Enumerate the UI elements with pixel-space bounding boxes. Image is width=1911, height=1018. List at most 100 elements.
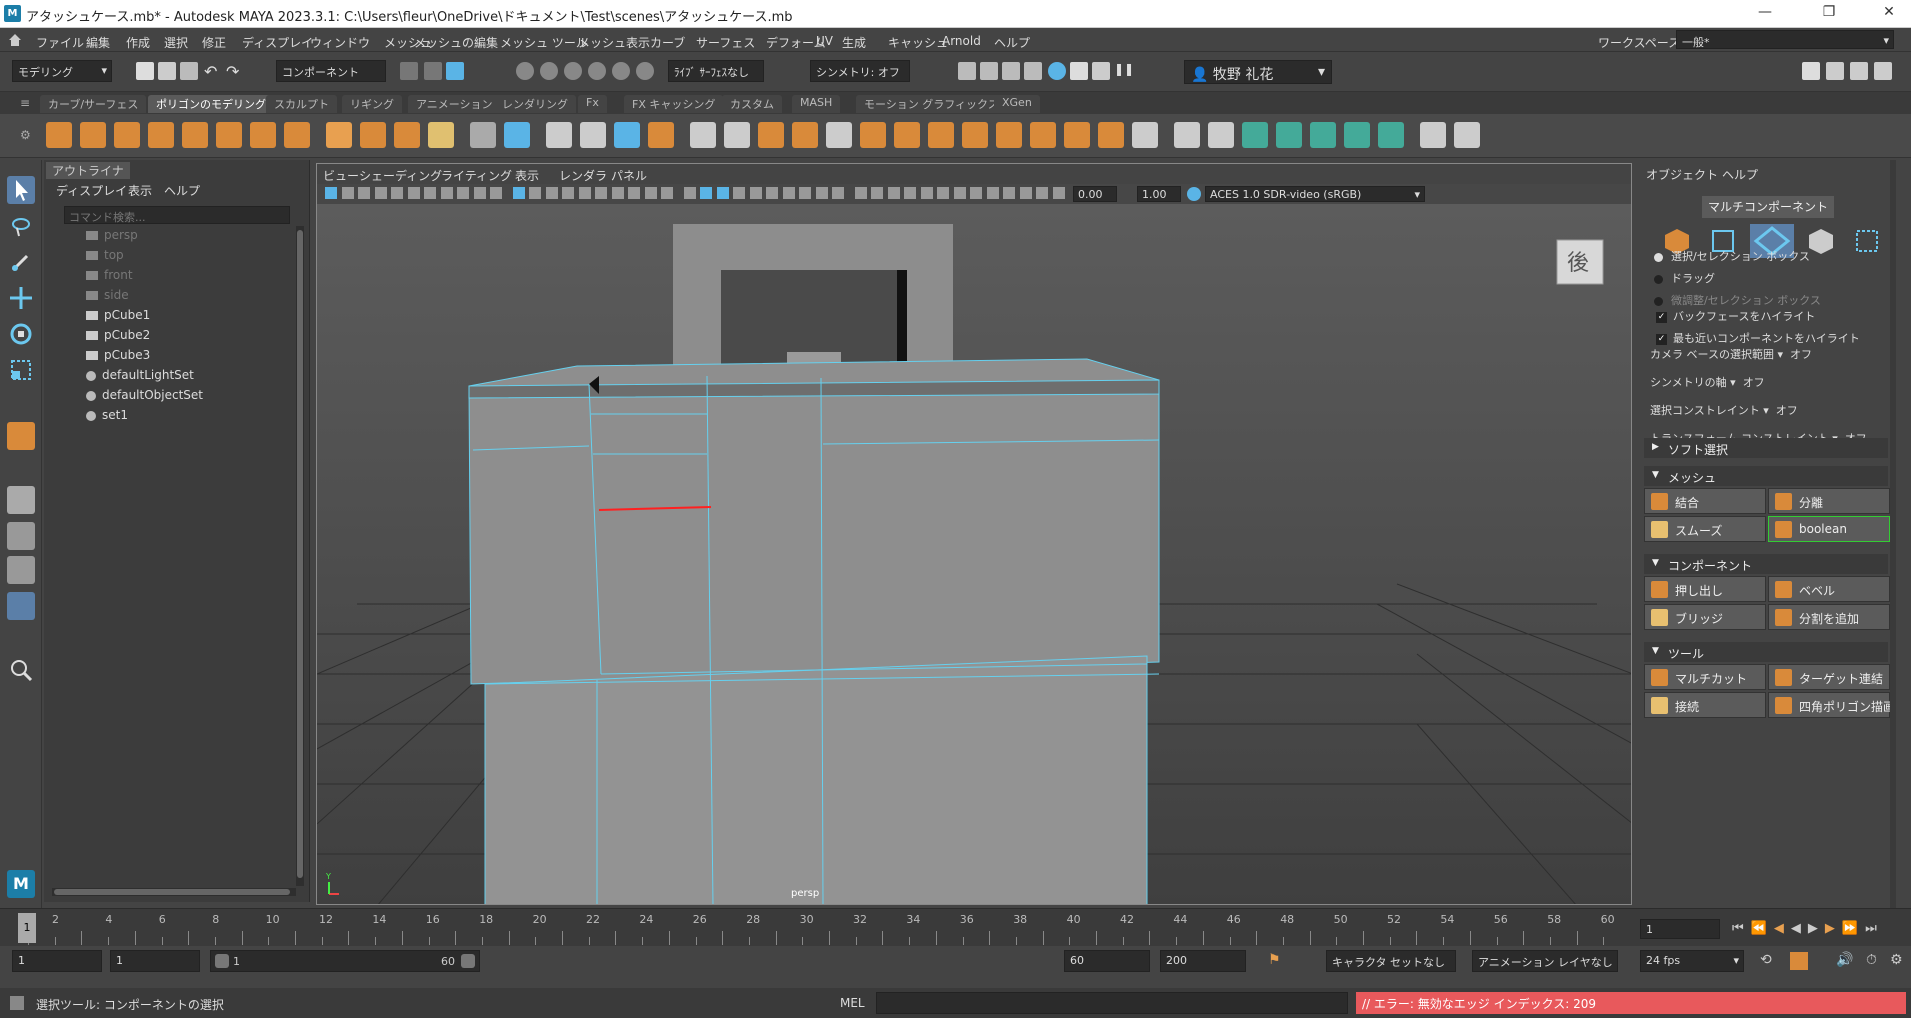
shelf-tool-icon-28[interactable]	[1030, 122, 1056, 148]
outliner-item-defaultLightSet[interactable]: defaultLightSet	[86, 368, 194, 386]
menu-10[interactable]: メッシュ表示	[578, 34, 650, 51]
outliner-item-defaultObjectSet[interactable]: defaultObjectSet	[86, 388, 203, 406]
viewport-toolbar-icon-22[interactable]	[700, 187, 712, 199]
handle-mesh[interactable]	[673, 224, 953, 376]
fps-dropdown[interactable]: 24 fps ▾	[1640, 950, 1744, 972]
shelf-tool-icon-16[interactable]	[614, 122, 640, 148]
menu-3[interactable]: 選択	[164, 34, 188, 51]
select-object-icon[interactable]	[424, 62, 442, 80]
shelf-tool-icon-3[interactable]	[148, 122, 174, 148]
viewport-toolbar-icon-8[interactable]	[457, 187, 469, 199]
menu-9[interactable]: メッシュ ツール	[500, 34, 588, 51]
animation-prefs-icon[interactable]: ⚙	[1890, 952, 1908, 970]
end-time-field[interactable]: 200	[1160, 950, 1246, 972]
four-view-layout-icon[interactable]	[7, 522, 35, 550]
menu-0[interactable]: ファイル	[36, 34, 84, 51]
sound-icon[interactable]: 🔊	[1836, 952, 1854, 970]
viewport-toolbar-icon-14[interactable]	[562, 187, 574, 199]
snap-grid-icon[interactable]	[516, 62, 534, 80]
rotate-tool-icon[interactable]	[7, 320, 35, 348]
shelf-tool-icon-23[interactable]	[860, 122, 886, 148]
shelf-tool-icon-6[interactable]	[250, 122, 276, 148]
tool-button-2[interactable]: 接続	[1644, 692, 1766, 718]
viewport-toolbar-icon-11[interactable]	[512, 187, 525, 199]
menu-18[interactable]: ヘルプ	[994, 34, 1030, 51]
viewport-toolbar-icon-42[interactable]	[1036, 187, 1048, 199]
viewport-menu-0[interactable]: ビュー	[323, 167, 359, 184]
viewport-toolbar-icon-4[interactable]	[391, 187, 403, 199]
shelf-tool-icon-7[interactable]	[284, 122, 310, 148]
radio-button[interactable]	[1654, 296, 1663, 306]
menu-14[interactable]: UV	[816, 34, 833, 48]
shelf-tool-icon-12[interactable]	[470, 122, 496, 148]
maya-home-icon[interactable]: M	[7, 870, 35, 898]
viewport-toolbar-icon-41[interactable]	[1019, 187, 1032, 199]
viewport-toolbar-icon-36[interactable]	[937, 187, 949, 199]
playback-controls[interactable]: ⏮⏪◀◀▶▶⏩⏭	[1732, 921, 1884, 936]
exposure-field[interactable]: 0.00	[1073, 186, 1117, 202]
viewport-toolbar-icon-19[interactable]	[644, 187, 657, 199]
new-scene-icon[interactable]	[136, 62, 154, 80]
toolkit-side-tabs[interactable]	[1890, 160, 1896, 922]
home-icon[interactable]	[8, 33, 22, 47]
toolkit-menu-object[interactable]: オブジェクト	[1646, 166, 1718, 183]
shelf-tool-icon-33[interactable]	[1208, 122, 1234, 148]
maximize-button[interactable]: ❐	[1816, 4, 1842, 24]
shelf-tool-icon-26[interactable]	[962, 122, 988, 148]
mesh-button-0[interactable]: 結合	[1644, 488, 1766, 514]
menu-6[interactable]: ウィンドウ	[310, 34, 370, 51]
shelf-tab-7[interactable]: FX キャッシング	[624, 95, 724, 113]
single-perspective-layout-icon[interactable]	[7, 486, 35, 514]
shelf-tool-icon-1[interactable]	[80, 122, 106, 148]
shelf-tool-icon-9[interactable]	[360, 122, 386, 148]
workspace-dropdown[interactable]: 一般* ▾	[1676, 30, 1894, 49]
shelf-tool-icon-15[interactable]	[580, 122, 606, 148]
shelf-tool-icon-18[interactable]	[690, 122, 716, 148]
current-frame-field[interactable]: 1	[1640, 919, 1720, 939]
shelf-tab-9[interactable]: MASH	[792, 95, 841, 113]
viewport-toolbar-icon-15[interactable]	[578, 187, 591, 199]
viewport-toolbar-icon-2[interactable]	[358, 187, 370, 199]
viewport-toolbar-icon-7[interactable]	[440, 187, 453, 199]
viewport-toolbar-icon-31[interactable]	[854, 187, 867, 199]
toggle-channel-box-icon[interactable]	[1850, 62, 1868, 80]
shelf-options-icon[interactable]: ⚙	[20, 128, 31, 142]
viewport-toolbar-icon-17[interactable]	[611, 187, 624, 199]
shelf-tab-1[interactable]: ポリゴンのモデリング	[148, 95, 274, 113]
viewport-toolbar-icon-24[interactable]	[733, 187, 745, 199]
outliner-item-set1[interactable]: set1	[86, 408, 128, 426]
component-button-3[interactable]: 分割を追加	[1768, 604, 1890, 630]
mesh-button-1[interactable]: 分離	[1768, 488, 1890, 514]
tool-button-0[interactable]: マルチカット	[1644, 664, 1766, 690]
outliner-menu-1[interactable]: 表示	[128, 182, 152, 199]
shelf-tab-2[interactable]: スカルプト	[266, 95, 337, 113]
script-language-toggle[interactable]: MEL	[840, 996, 865, 1010]
shelf-tool-icon-11[interactable]	[428, 122, 454, 148]
viewport-toolbar-icon-39[interactable]	[986, 187, 999, 199]
menu-11[interactable]: カーブ	[650, 34, 685, 51]
range-slider[interactable]: 1 60	[210, 950, 480, 972]
outliner-menu-2[interactable]: ヘルプ	[164, 182, 200, 199]
outliner-hscrollbar[interactable]	[52, 888, 296, 896]
render-settings-icon[interactable]	[1024, 62, 1042, 80]
snap-plane-icon[interactable]	[636, 62, 654, 80]
shelf-tab-3[interactable]: リギング	[342, 95, 402, 113]
menu-15[interactable]: 生成	[842, 34, 866, 51]
shelf-tab-8[interactable]: カスタム	[722, 95, 782, 113]
hypershade-icon[interactable]	[1048, 62, 1066, 80]
snap-curve-icon[interactable]	[540, 62, 558, 80]
viewport-menu-3[interactable]: 表示	[515, 167, 539, 184]
outliner-item-top[interactable]: top	[86, 248, 124, 266]
shelf-tool-icon-34[interactable]	[1242, 122, 1268, 148]
highlight-check-0[interactable]: ✓ バックフェースをハイライト	[1656, 308, 1815, 324]
render-sequence-icon[interactable]	[1092, 62, 1110, 80]
outliner-scrollbar[interactable]	[296, 226, 304, 886]
viewport-toolbar-icon-27[interactable]	[782, 187, 795, 199]
viewport-menu-1[interactable]: シェーディング	[359, 167, 442, 184]
pause-icon[interactable]: ❚❚	[1114, 62, 1134, 80]
toggle-attribute-editor-icon[interactable]	[1802, 62, 1820, 80]
search-icon[interactable]	[7, 656, 35, 684]
radio-button[interactable]	[1654, 252, 1663, 262]
outliner-item-pCube1[interactable]: pCube1	[86, 308, 150, 326]
ipr-render-icon[interactable]	[1002, 62, 1020, 80]
